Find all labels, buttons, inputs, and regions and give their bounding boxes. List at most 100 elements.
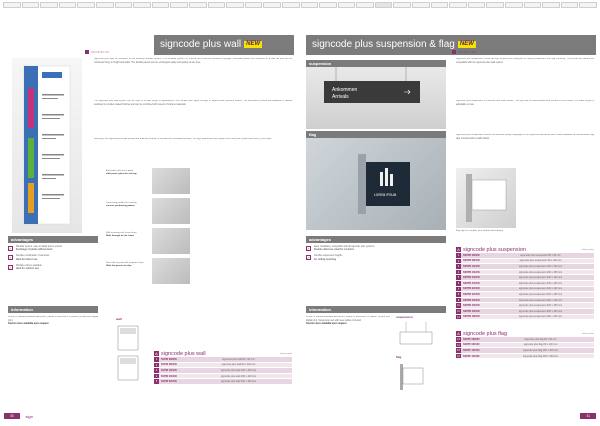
thumb[interactable] — [207, 2, 226, 8]
left-logo: signcode plus wall — [85, 50, 145, 55]
thumb[interactable] — [467, 2, 486, 8]
thumb[interactable] — [300, 2, 319, 8]
thumb[interactable] — [560, 2, 579, 8]
thumb[interactable] — [319, 2, 337, 8]
advantage-item: ✓ Multiple colours available Ideal for out… — [8, 264, 42, 271]
advantages-list: ✓ Easy installation, compatible with all … — [306, 246, 446, 265]
product-table-flag: Asigncode plus flag sheet product 13 SSPPF… — [456, 330, 594, 360]
thumb[interactable] — [58, 2, 77, 8]
page-title: signcode plus suspension & flag — [312, 39, 455, 50]
advantages-heading: advantages — [306, 236, 446, 243]
intro-paragraph: Signcode plus suspension: these two sign… — [456, 58, 594, 64]
right-footer: 31 — [580, 413, 596, 419]
thumb[interactable] — [170, 2, 188, 8]
thumb[interactable] — [244, 2, 263, 8]
advantages-list: ✓ Modular system, easy to adapt and to ex… — [8, 246, 98, 274]
thumb[interactable] — [21, 2, 40, 8]
body-paragraph: The signcode plus wall system can be use… — [94, 100, 292, 106]
thumb[interactable] — [263, 2, 281, 8]
check-icon: ✓ — [306, 246, 311, 251]
page-number: 30 — [4, 413, 20, 419]
thumb[interactable] — [412, 2, 430, 8]
flag-caption: Flag sign for corridors, plus double-sid… — [456, 230, 503, 232]
logo-text: signcode plus wall — [91, 51, 109, 54]
product-table-suspension: Asigncode plus suspension sheet product 1… — [456, 246, 594, 321]
detail-photo-4 — [152, 258, 190, 284]
advantage-item: ✓ Flexible suspension heights for ceiling … — [306, 255, 343, 261]
new-badge: NEW — [457, 40, 476, 48]
page-title: signcode plus wall — [160, 39, 242, 50]
body-paragraph-2: Signcode plus suspension follows the ide… — [456, 134, 594, 140]
body-paragraph: Signcode plus suspension is mounted with… — [456, 100, 594, 106]
hanging-sign-illustration: Ankommen Arrivals — [324, 67, 420, 103]
flag-diagram-icon — [400, 364, 424, 390]
caption-1: End profile with clip-in panel click pane… — [106, 170, 137, 176]
wall-diagram-icon — [117, 325, 139, 381]
check-icon: ✓ — [306, 255, 311, 261]
check-icon: ✓ — [8, 246, 13, 251]
a-marker-icon: A — [456, 331, 461, 336]
thumb[interactable] — [337, 2, 356, 8]
thumb[interactable] — [281, 2, 300, 8]
footer-label: sign — [25, 413, 33, 419]
thumb[interactable] — [393, 2, 412, 8]
intro-paragraph: Signcode plus wall, an evolution of the … — [94, 58, 292, 64]
thumb[interactable] — [95, 2, 114, 8]
suspension-diagram-icon — [399, 322, 433, 345]
left-footer: 30 sign — [4, 413, 33, 419]
thumb[interactable] — [226, 2, 244, 8]
thumb[interactable] — [356, 2, 374, 8]
thumb[interactable] — [523, 2, 542, 8]
logo-text: signcode plus flag — [458, 51, 476, 54]
logo-icon — [85, 50, 89, 54]
flag-sign-text: LOREM IPSUM — [374, 193, 397, 197]
advantage-item: ✓ Modular system, easy to adapt and to ex… — [8, 246, 62, 252]
table-header: Asigncode plus wall sheet product — [154, 350, 292, 357]
thumb[interactable] — [449, 2, 467, 8]
thumb-current[interactable] — [374, 2, 393, 8]
suspension-small-label: suspension — [396, 315, 413, 319]
thumb[interactable] — [430, 2, 449, 8]
check-icon: ✓ — [8, 264, 13, 270]
thumb[interactable] — [3, 2, 21, 8]
caption-3: Wall mounting with screw fixing Slide thr… — [106, 232, 137, 238]
page-title-banner: signcode plus suspension & flag NEW — [306, 35, 596, 55]
table-row[interactable]: 16 SSPPF 160150 signcode plus flag 160 x 1… — [456, 353, 594, 360]
right-page: signcode plus suspension & flag NEW suspe… — [306, 10, 596, 422]
page-number: 31 — [580, 413, 596, 419]
wall-sign-photo — [12, 58, 82, 233]
detail-photo-1 — [152, 168, 190, 194]
page-title-banner: signcode plus wall NEW — [154, 35, 294, 55]
suspension-photo: Ankommen Arrivals — [306, 67, 446, 129]
advantages-heading: advantages — [8, 236, 98, 243]
flag-heading: flag — [306, 131, 446, 138]
flag-sign-illustration: LOREM IPSUM — [358, 154, 410, 214]
wall-label: wall — [116, 317, 122, 321]
suspension-heading: suspension — [306, 60, 446, 67]
table-header: Asigncode plus flag sheet product — [456, 330, 594, 337]
thumb[interactable] — [40, 2, 58, 8]
new-badge: NEW — [244, 40, 263, 48]
thumb[interactable] — [151, 2, 170, 8]
thumb[interactable] — [486, 2, 505, 8]
flag-detail-photo — [456, 168, 516, 228]
body-paragraph-2: Mounting: the signcode plus wall profile… — [94, 138, 272, 140]
table-row[interactable]: 12 SSPPB 480150 signcode plus suspension 4… — [456, 314, 594, 321]
thumb[interactable] — [133, 2, 151, 8]
information-heading: information — [8, 306, 98, 313]
thumb[interactable] — [579, 2, 597, 8]
information-text: Profile in natural anodised aluminium, p… — [8, 316, 98, 325]
thumb[interactable] — [505, 2, 523, 8]
flag-photo: LOREM IPSUM — [306, 138, 446, 230]
table-header: Asigncode plus suspension sheet product — [456, 246, 594, 253]
svg-text:Arrivals: Arrivals — [332, 94, 349, 100]
information-heading: information — [306, 306, 446, 313]
table-row[interactable]: 5 SCPW 320100 signcode plus wall 320 x 100… — [154, 379, 292, 385]
thumb[interactable] — [188, 2, 207, 8]
advantage-item: ✓ Easy installation, compatible with all … — [306, 246, 375, 252]
thumb[interactable] — [77, 2, 95, 8]
thumb[interactable] — [542, 2, 560, 8]
check-icon: ✓ — [8, 255, 13, 261]
thumb[interactable] — [114, 2, 133, 8]
right-logo: signcode plus flag — [452, 50, 512, 55]
